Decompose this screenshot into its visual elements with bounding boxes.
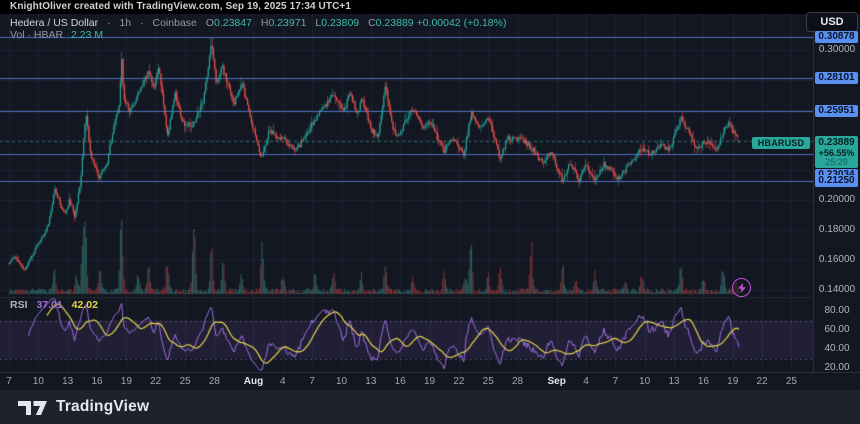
ohlc-close-key: C [368, 17, 376, 29]
ohlc-low-value: 0.23809 [321, 17, 359, 29]
current-price-label: 0.23889 +56.55% 25:29 [815, 136, 858, 168]
rsi-value: 37.01 [36, 299, 62, 311]
tradingview-wordmark: TradingView [56, 398, 149, 416]
price-level-label: 0.30878 [815, 31, 858, 43]
price-axis-label: 0.16000 [814, 254, 860, 266]
current-price: 0.23889 [815, 137, 858, 148]
rsi-ma-value: 42.02 [72, 299, 98, 311]
ohlc-open-value: 0.23847 [214, 17, 252, 29]
change-value: +0.00042 (+0.18%) [417, 17, 507, 29]
flash-boost-icon[interactable] [732, 278, 751, 297]
ohlc-close-value: 0.23889 [376, 17, 414, 29]
time-axis-label: 25 [774, 376, 808, 388]
attribution-text: KnightOliver created with TradingView.co… [10, 1, 351, 12]
price-level-label: 0.25951 [815, 105, 858, 117]
rsi-axis-label: 60.00 [814, 324, 860, 336]
attribution-bar: KnightOliver created with TradingView.co… [0, 0, 860, 14]
price-axis-label: 0.20000 [814, 194, 860, 206]
price-axis-label: 0.14000 [814, 284, 860, 296]
tradingview-logo[interactable]: TradingView [18, 398, 149, 416]
exchange-label: Coinbase [153, 17, 197, 29]
price-axis-label: 0.30000 [814, 44, 860, 56]
currency-toggle-button[interactable]: USD [806, 12, 858, 32]
rsi-label: RSI [10, 299, 28, 311]
price-axis[interactable] [813, 14, 860, 372]
rsi-axis-label: 80.00 [814, 305, 860, 317]
price-axis-label: 0.18000 [814, 224, 860, 236]
volume-label: Vol · HBAR [10, 29, 63, 41]
ohlc-high-value: 0.23971 [268, 17, 306, 29]
price-level-label: 0.21250 [815, 175, 858, 187]
tradingview-chart-window: KnightOliver created with TradingView.co… [0, 0, 860, 424]
interval-label[interactable]: 1h [119, 17, 131, 29]
rsi-legend[interactable]: RSI 37.01 42.02 [10, 299, 98, 311]
time-axis-label: 28 [501, 376, 535, 388]
symbol-legend[interactable]: Hedera / US Dollar · 1h · Coinbase O0.23… [10, 17, 506, 29]
rsi-axis-label: 20.00 [814, 362, 860, 374]
symbol-title[interactable]: Hedera / US Dollar [10, 17, 98, 29]
volume-legend[interactable]: Vol · HBAR 2.23 M [10, 29, 103, 41]
price-chart-canvas[interactable] [0, 14, 813, 372]
rsi-axis-label: 40.00 [814, 343, 860, 355]
tradingview-logo-icon [18, 399, 48, 416]
time-axis-label: 28 [197, 376, 231, 388]
ohlc-open-key: O [206, 17, 214, 29]
footer-bar: TradingView [0, 390, 860, 424]
volume-value: 2.23 M [71, 29, 103, 41]
symbol-price-tag: HBARUSD [752, 137, 810, 149]
bar-countdown: 25:29 [815, 158, 858, 167]
price-level-label: 0.28101 [815, 72, 858, 84]
